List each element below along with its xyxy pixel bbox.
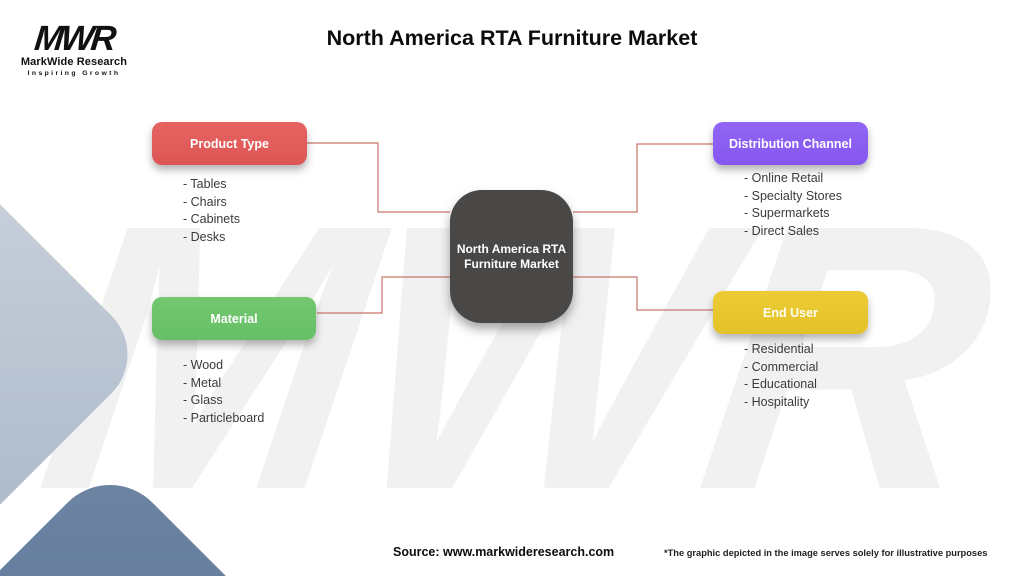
list-item: - Commercial [744,359,819,374]
list-item: - Specialty Stores [744,188,842,203]
branch-label-end-user: End User [763,305,818,320]
list-item: - Supermarkets [744,206,830,221]
branch-items-material: - Wood - Metal - Glass - Particleboard [183,357,264,427]
branch-items-product-type: - Tables - Chairs - Cabinets - Desks [183,176,240,246]
branch-box-material: Material [152,297,316,340]
list-item: - Hospitality [744,394,810,409]
list-item: - Particleboard [183,410,265,425]
list-item: - Metal [183,375,222,390]
list-item: - Tables [183,177,227,191]
logo-tagline: Inspiring Growth [27,70,121,77]
center-node-label: North America RTA Furniture Market [456,241,567,271]
disclaimer-text: *The graphic depicted in the image serve… [664,548,988,558]
list-item: - Cabinets [183,212,240,227]
list-item: - Chairs [183,194,227,209]
infographic-canvas: MWR MWR MarkWide Research Inspiring Grow… [0,0,1024,576]
center-node: North America RTA Furniture Market [450,190,573,323]
page-title: North America RTA Furniture Market [326,26,698,50]
branch-label-distribution-channel: Distribution Channel [729,136,852,151]
list-item: - Direct Sales [744,223,820,238]
branch-items-end-user: - Residential - Commercial - Educational… [744,341,818,411]
branch-label-material: Material [210,311,258,326]
list-item: - Desks [183,229,226,244]
branch-box-distribution-channel: Distribution Channel [713,122,868,165]
source-text: Source: www.markwideresearch.com [393,545,615,559]
list-item: - Online Retail [744,171,824,185]
branch-items-distribution-channel: - Online Retail - Specialty Stores - Sup… [744,170,842,240]
branch-label-product-type: Product Type [190,136,269,151]
list-item: - Residential [744,342,814,356]
list-item: - Educational [744,377,817,392]
branch-box-product-type: Product Type [152,122,307,165]
list-item: - Glass [183,393,223,408]
list-item: - Wood [183,358,224,372]
branch-box-end-user: End User [713,291,868,334]
